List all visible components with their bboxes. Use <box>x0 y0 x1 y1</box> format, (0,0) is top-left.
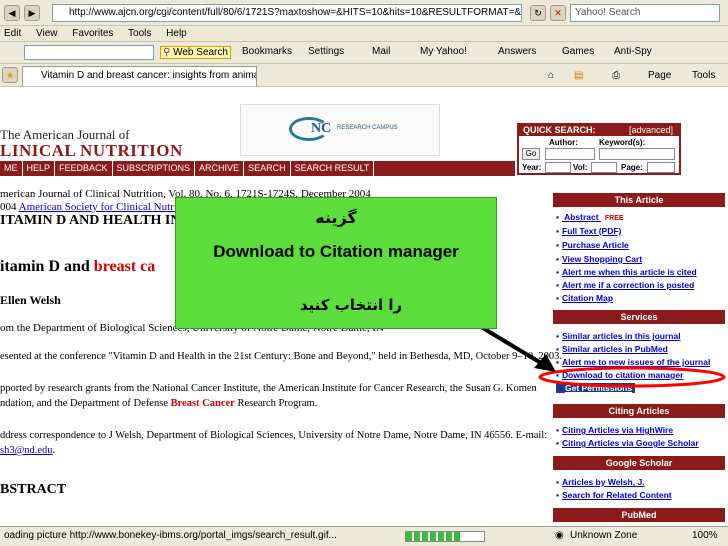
highlight-ellipse <box>538 366 726 388</box>
overlay-persian-footer: را انتخاب کنید <box>299 296 403 314</box>
loading-progress-bar <box>405 531 485 542</box>
zoom-level[interactable]: 100% <box>692 527 718 545</box>
overlay-instruction-text: Download to Citation manager <box>213 242 459 261</box>
instruction-overlay: گزینه Download to Citation manager را ان… <box>175 197 497 329</box>
globe-icon: ◉ <box>555 530 564 541</box>
status-bar: oading picture http://www.bonekey-ibms.o… <box>0 526 728 546</box>
status-text: oading picture http://www.bonekey-ibms.o… <box>4 530 337 541</box>
loading-progress-fill <box>406 532 461 541</box>
overlay-persian-heading: گزینه <box>315 208 357 227</box>
zone-label: Unknown Zone <box>570 530 638 541</box>
